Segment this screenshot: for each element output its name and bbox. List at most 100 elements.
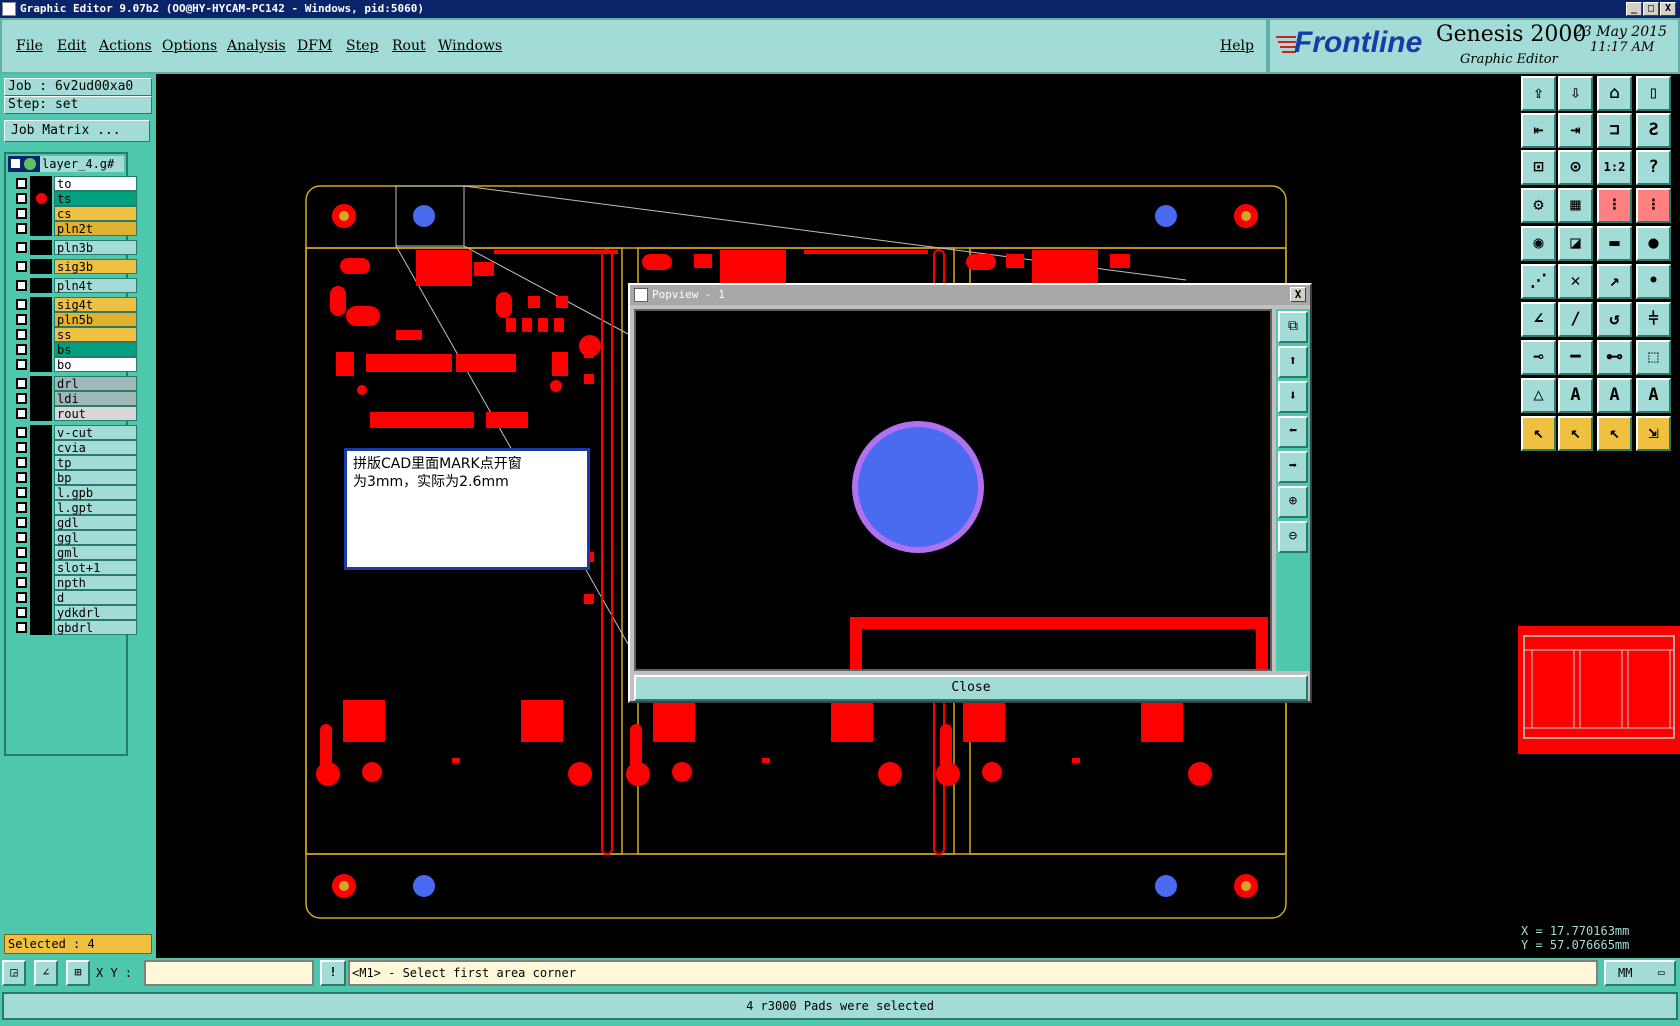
maximize-button[interactable]: □	[1643, 2, 1659, 16]
layer-row-slot+1[interactable]: slot+1	[14, 560, 137, 575]
layer-checkbox[interactable]	[16, 577, 27, 588]
tool-color-edit-icon[interactable]: ◪	[1558, 226, 1593, 261]
xy-input[interactable]	[144, 960, 314, 986]
layer-checkbox[interactable]	[16, 517, 27, 528]
layer-checkbox[interactable]	[16, 472, 27, 483]
tool-node-add-icon[interactable]: ⊸	[1521, 340, 1556, 375]
tool-settings-icon[interactable]: ⚙	[1521, 188, 1556, 223]
layer-row-sig3b[interactable]: sig3b	[14, 259, 137, 274]
layer-checkbox[interactable]	[16, 393, 27, 404]
menu-windows[interactable]: Windows	[438, 38, 502, 54]
layer-row-bs[interactable]: bs	[14, 342, 137, 357]
layer-checkbox[interactable]	[16, 178, 27, 189]
layer-checkbox[interactable]	[16, 359, 27, 370]
layer-row-pln2t[interactable]: pln2t	[14, 221, 137, 236]
tool-pad-line-icon[interactable]: •	[1636, 264, 1671, 299]
layer-checkbox[interactable]	[16, 261, 27, 272]
tool-split-icon[interactable]: ⊐	[1597, 113, 1632, 148]
tool-angle-line-icon[interactable]: ∠	[1521, 302, 1556, 337]
info-button[interactable]: !	[320, 960, 346, 986]
layer-checkbox[interactable]	[16, 329, 27, 340]
popview-pan-down-button[interactable]: ⬇	[1278, 381, 1308, 413]
layer-checkbox[interactable]	[16, 457, 27, 468]
layer-checkbox[interactable]	[16, 242, 27, 253]
tool-scale-1-1-icon[interactable]: 1:2	[1597, 150, 1632, 185]
popview-pan-left-button[interactable]: ⬅	[1278, 416, 1308, 448]
tool-net-red-2-icon[interactable]: ⁝	[1636, 188, 1671, 223]
layer-checkbox[interactable]	[16, 223, 27, 234]
tool-pointer-circle-icon[interactable]: ↖	[1597, 416, 1632, 451]
tool-triangle-2-icon[interactable]: A	[1558, 378, 1593, 413]
measure-mode-icon[interactable]: ∠	[34, 960, 58, 986]
layer-row-ldi[interactable]: ldi	[14, 391, 137, 406]
layer-checkbox[interactable]	[16, 592, 27, 603]
layer-row-cvia[interactable]: cvia	[14, 440, 137, 455]
layer-row-pln3b[interactable]: pln3b	[14, 240, 137, 255]
layer-checkbox[interactable]	[16, 378, 27, 389]
job-matrix-button[interactable]: Job Matrix ...	[4, 120, 150, 142]
tool-help-icon[interactable]: ?	[1636, 150, 1671, 185]
tool-pan-right-icon[interactable]: ⇥	[1558, 113, 1593, 148]
layer-checkbox[interactable]	[16, 607, 27, 618]
layer-row-ydkdrl[interactable]: ydkdrl	[14, 605, 137, 620]
tool-cross-net-icon[interactable]: ✕	[1558, 264, 1593, 299]
popview-zoom-in-button[interactable]: ⊕	[1278, 486, 1308, 518]
tool-home-icon[interactable]: ⌂	[1597, 76, 1632, 111]
tool-snap-icon[interactable]: Ƨ	[1636, 113, 1671, 148]
tool-grid-icon[interactable]: ▦	[1558, 188, 1593, 223]
menu-rout[interactable]: Rout	[392, 38, 426, 54]
grid-mode-icon[interactable]: ⊞	[66, 960, 90, 986]
layer-row-to[interactable]: to	[14, 176, 137, 191]
menu-edit[interactable]: Edit	[57, 38, 86, 54]
popview-canvas[interactable]	[634, 309, 1272, 671]
layer-checkbox[interactable]	[16, 547, 27, 558]
popview-zoom-out-button[interactable]: ⊖	[1278, 521, 1308, 553]
tool-layer-down-icon[interactable]: ⇩	[1558, 76, 1593, 111]
layer-checkbox[interactable]	[16, 562, 27, 573]
tool-pointer-route-icon[interactable]: ⇲	[1636, 416, 1671, 451]
popview-pan-up-button[interactable]: ⬆	[1278, 346, 1308, 378]
layer-checkbox[interactable]	[16, 314, 27, 325]
layer-row-cs[interactable]: cs	[14, 206, 137, 221]
menu-dfm[interactable]: DFM	[297, 38, 332, 54]
tool-zoom-center-icon[interactable]: ⊙	[1558, 150, 1593, 185]
layer-checkbox[interactable]	[16, 622, 27, 633]
layer-row-ggl[interactable]: ggl	[14, 530, 137, 545]
overview-map[interactable]	[1518, 626, 1680, 754]
layer-checkbox[interactable]	[16, 344, 27, 355]
layer-row-sig4t[interactable]: sig4t	[14, 297, 137, 312]
tool-pan-left-icon[interactable]: ⇤	[1521, 113, 1556, 148]
tool-cut-line-icon[interactable]: ∕	[1558, 302, 1593, 337]
tool-pointer-box-icon[interactable]: ↖	[1558, 416, 1593, 451]
popview-close-x-button[interactable]: X	[1290, 287, 1306, 302]
tool-triangle-4-icon[interactable]: A	[1636, 378, 1671, 413]
menu-actions[interactable]: Actions	[99, 38, 152, 54]
layer-row-drl[interactable]: drl	[14, 376, 137, 391]
menu-file[interactable]: File	[16, 38, 43, 54]
tool-join-icon[interactable]: ⫩	[1636, 302, 1671, 337]
tool-ring-icon[interactable]: ●	[1636, 226, 1671, 261]
layer-checkbox[interactable]	[16, 408, 27, 419]
layer-checkbox[interactable]	[16, 208, 27, 219]
layer-row-gml[interactable]: gml	[14, 545, 137, 560]
menu-analysis[interactable]: Analysis	[227, 38, 286, 54]
tool-undo-arc-icon[interactable]: ↺	[1597, 302, 1632, 337]
layer-checkbox[interactable]	[16, 299, 27, 310]
layer-checkbox[interactable]	[16, 280, 27, 291]
tool-add-line-icon[interactable]: ↗	[1597, 264, 1632, 299]
layer-checkbox[interactable]	[16, 532, 27, 543]
layer-row-v-cut[interactable]: v-cut	[14, 425, 137, 440]
tool-connect-pads-icon[interactable]: ⋰	[1521, 264, 1556, 299]
layer-row-rout[interactable]: rout	[14, 406, 137, 421]
layer-row-d[interactable]: d	[14, 590, 137, 605]
units-select[interactable]: MM ▭	[1604, 960, 1676, 986]
tool-zoom-fit-icon[interactable]: ⊡	[1521, 150, 1556, 185]
layer-row-bo[interactable]: bo	[14, 357, 137, 372]
tool-pointer-icon[interactable]: ↖	[1521, 416, 1556, 451]
minimize-button[interactable]: _	[1626, 2, 1642, 16]
layer-row-gdl[interactable]: gdl	[14, 515, 137, 530]
popview-zoom-window-button[interactable]: ⧉	[1278, 311, 1308, 343]
tool-net-red-icon[interactable]: ⁝	[1597, 188, 1632, 223]
layer-row-l.gpb[interactable]: l.gpb	[14, 485, 137, 500]
layer-row-tp[interactable]: tp	[14, 455, 137, 470]
